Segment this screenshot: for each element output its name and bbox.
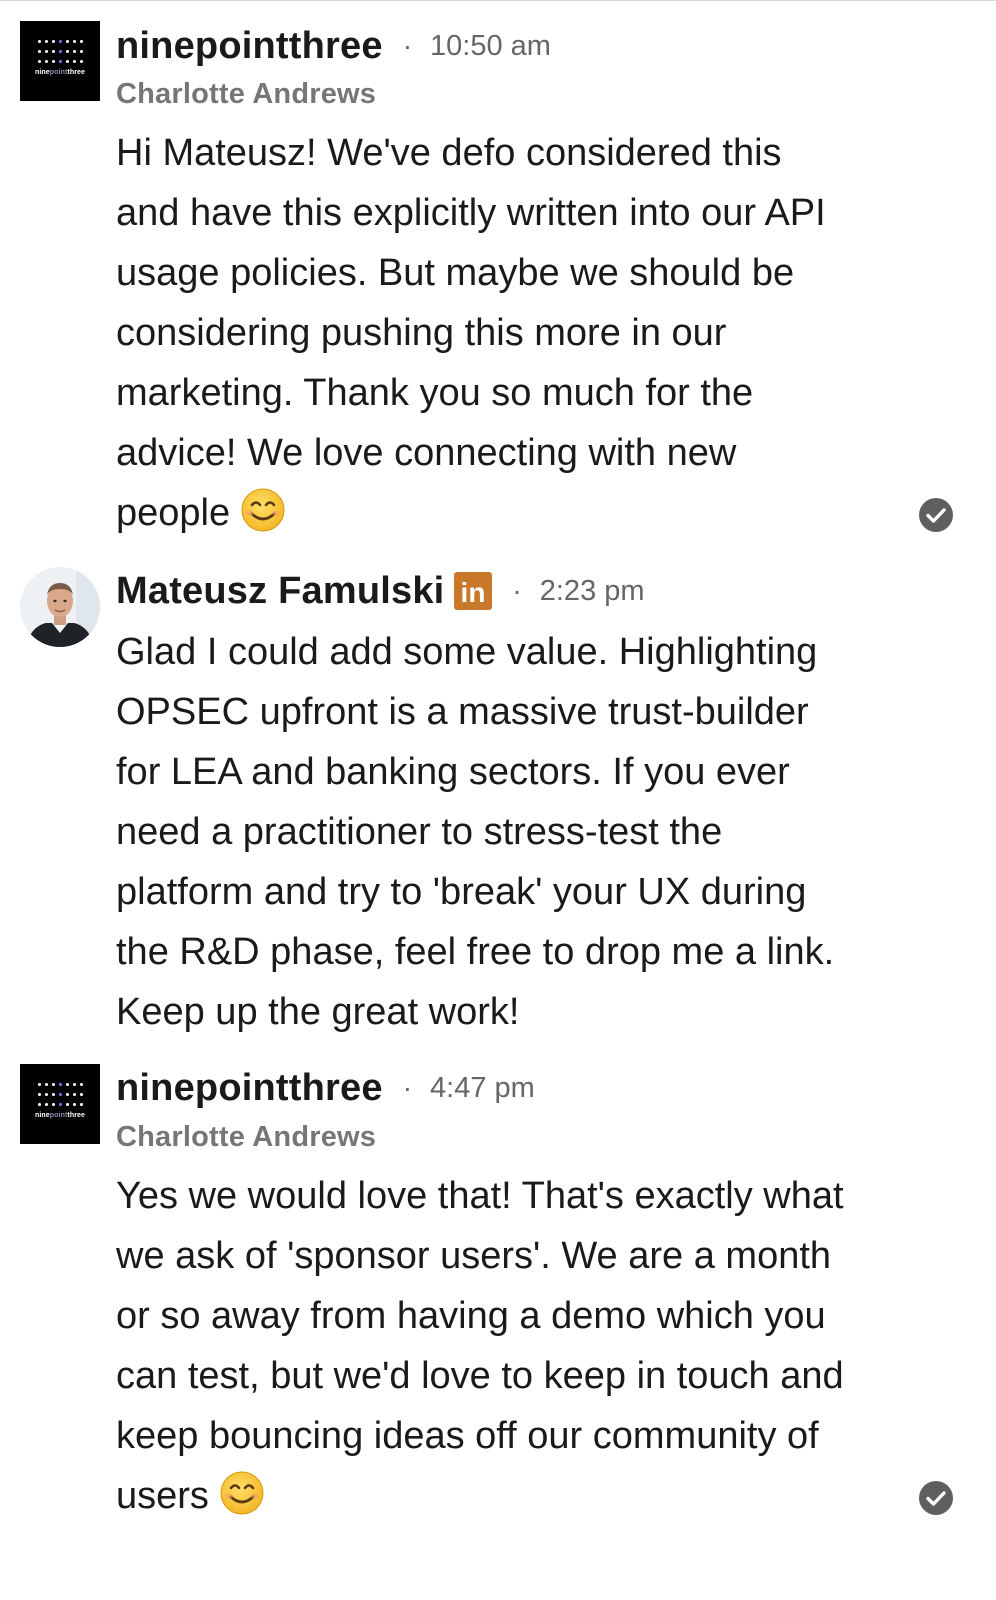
svg-text:in: in [461, 577, 486, 608]
message-line: marketing. Thank you so much for the [116, 372, 754, 414]
author-name[interactable]: ninepointthree [116, 1067, 383, 1110]
message-line: and have this explicitly written into ou… [116, 192, 826, 234]
ninepointthree-logo-avatar[interactable]: ninepointthree [20, 1064, 100, 1144]
author-subtitle: Charlotte Andrews [116, 78, 377, 110]
check-circle-icon [919, 498, 953, 532]
check-circle-icon [919, 1481, 953, 1515]
message-time: 2:23 pm [539, 574, 645, 607]
logo-dots-icon [36, 1082, 84, 1112]
meta-separator: · [512, 575, 522, 606]
message-line-last: people [116, 483, 916, 543]
message-line: OPSEC upfront is a massive trust-builder [116, 691, 809, 733]
message-time: 4:47 pm [430, 1071, 535, 1104]
message-line: Glad I could add some value. Highlightin… [116, 631, 818, 673]
message-line: advice! We love connecting with new [116, 432, 737, 474]
message-item: ninepointthree ninepointthree · 4:47 pm … [0, 1045, 996, 1600]
linkedin-icon[interactable]: in [454, 572, 493, 610]
author-name[interactable]: ninepointthree [116, 25, 383, 68]
message-item: ninepointthree ninepointthree · 10:50 am… [0, 0, 996, 555]
message-line: Hi Mateusz! We've defo considered this [116, 132, 782, 174]
message-line: for LEA and banking sectors. If you ever [116, 751, 790, 793]
meta-separator: · [402, 30, 413, 61]
message-line: or so away from having a demo which you [116, 1295, 826, 1337]
message-header: Mateusz Famulski in · 2:23 pm [116, 565, 645, 617]
message-line-last: users [116, 1466, 916, 1526]
message-line: usage policies. But maybe we should be [116, 252, 795, 294]
message-body: Hi Mateusz! We've defo considered this a… [116, 123, 916, 543]
profile-photo-avatar[interactable] [20, 567, 100, 647]
person-photo-icon [20, 567, 100, 647]
message-item: Mateusz Famulski in · 2:23 pm Glad I cou… [0, 555, 996, 1045]
message-line: platform and try to 'break' your UX duri… [116, 871, 807, 913]
message-line: Keep up the great work! [116, 991, 520, 1033]
message-line: considering pushing this more in our [116, 312, 727, 354]
message-line: can test, but we'd love to keep in touch… [116, 1355, 844, 1397]
message-time: 10:50 am [430, 29, 551, 62]
message-body: Yes we would love that! That's exactly w… [116, 1166, 916, 1526]
message-body: Glad I could add some value. Highlightin… [116, 622, 916, 1042]
logo-dots-icon [36, 39, 84, 69]
logo-wordmark: ninepointthree [34, 69, 86, 76]
smiling-face-icon [241, 488, 285, 532]
message-line: keep bouncing ideas off our community of [116, 1415, 819, 1457]
message-line: the R&D phase, feel free to drop me a li… [116, 931, 835, 973]
meta-separator: · [402, 1072, 413, 1103]
message-header: ninepointthree · 4:47 pm [116, 1062, 535, 1114]
message-line: we ask of 'sponsor users'. We are a mont… [116, 1235, 832, 1277]
logo-wordmark: ninepointthree [34, 1112, 86, 1119]
message-line: need a practitioner to stress-test the [116, 811, 723, 853]
author-subtitle: Charlotte Andrews [116, 1121, 377, 1153]
ninepointthree-logo-avatar[interactable]: ninepointthree [20, 21, 100, 101]
message-line: Yes we would love that! That's exactly w… [116, 1175, 844, 1217]
author-name[interactable]: Mateusz Famulski [116, 570, 444, 613]
smiling-face-icon [220, 1471, 264, 1515]
message-header: ninepointthree · 10:50 am [116, 20, 551, 72]
